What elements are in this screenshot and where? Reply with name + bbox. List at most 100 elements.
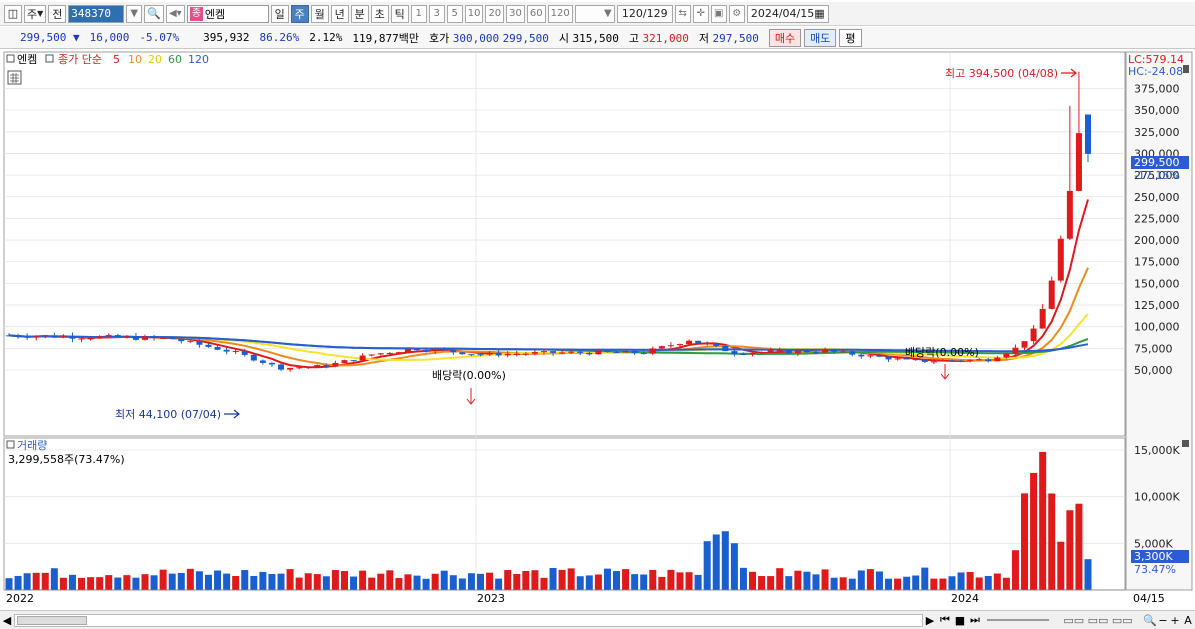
search-icon[interactable]: 🔍 xyxy=(144,4,164,23)
interval-120[interactable]: 120 xyxy=(547,4,573,23)
price-tick-label: 250,000 xyxy=(1134,191,1180,204)
forward-icon[interactable]: ⏭ xyxy=(967,613,983,627)
volume-bar xyxy=(739,567,747,590)
layout-icons[interactable]: ▭▭ ▭▭ ▭▭ xyxy=(1053,614,1143,627)
ask-price: 299,500 xyxy=(502,31,549,45)
candle-body xyxy=(178,339,185,342)
buy-button[interactable]: 매수 xyxy=(768,28,802,47)
volume-bar xyxy=(14,575,22,590)
volume-bar xyxy=(59,577,67,590)
volume-bar xyxy=(1030,472,1038,590)
period-select[interactable]: 주 ▼ xyxy=(24,4,47,23)
tab-tick[interactable]: 틱 xyxy=(390,4,409,23)
volume-bar xyxy=(821,569,829,590)
tab-week[interactable]: 주 xyxy=(290,4,309,23)
close-icon[interactable] xyxy=(1182,440,1189,447)
volume-bar xyxy=(422,578,430,590)
volume-bar xyxy=(313,574,321,590)
date-field[interactable]: 2024/04/15 ▦ xyxy=(746,4,829,23)
volume-bar xyxy=(658,576,666,590)
trade-volume: 395,932 xyxy=(203,31,250,44)
tab-year[interactable]: 년 xyxy=(330,4,349,23)
volume-bar xyxy=(268,573,276,590)
candle-body xyxy=(704,343,711,345)
candle-body xyxy=(994,357,1001,362)
tab-month[interactable]: 월 xyxy=(310,4,329,23)
stop-icon[interactable]: ■ xyxy=(953,614,967,627)
volume-bar xyxy=(386,570,394,590)
axis-toggle-icon[interactable] xyxy=(1183,65,1189,73)
candle-body xyxy=(695,340,702,344)
candle-body xyxy=(214,346,221,350)
candle-body xyxy=(803,350,810,353)
volume-bar xyxy=(603,568,611,590)
candle-body xyxy=(60,336,67,338)
grid-table-icon[interactable] xyxy=(7,70,22,85)
sell-button[interactable]: 매도 xyxy=(804,28,837,47)
interval-custom-dropdown[interactable]: ▼ xyxy=(574,4,615,23)
count-field[interactable]: 120/129 xyxy=(616,4,673,23)
link-icon[interactable]: ⇆ xyxy=(674,4,691,23)
gear-icon[interactable]: ⚙ xyxy=(728,4,745,23)
bid-price: 300,000 xyxy=(452,31,500,45)
candle-body xyxy=(740,354,747,356)
scroll-left-icon[interactable]: ◀ xyxy=(0,614,14,627)
candle-body xyxy=(486,352,493,355)
interval-30[interactable]: 30 xyxy=(506,4,525,23)
volume-bar xyxy=(377,573,385,590)
chart-scrollbar[interactable]: ◀ ▶ ⏮ ■ ⏭ ▭▭ ▭▭ ▭▭ 🔍 − + A xyxy=(0,610,1195,629)
candle-body xyxy=(1057,238,1064,281)
tab-minute[interactable]: 분 xyxy=(350,4,369,23)
ma-legend-120: 120 xyxy=(188,53,209,66)
interval-1[interactable]: 1 xyxy=(410,4,427,23)
volume-bar xyxy=(504,569,512,590)
sound-icon[interactable]: ◀▾ xyxy=(165,4,185,23)
candle-body xyxy=(377,353,384,355)
price-tick-label: 50,000 xyxy=(1134,364,1173,377)
save-icon[interactable]: ▣ xyxy=(710,4,727,23)
candle-body xyxy=(939,360,946,362)
interval-60[interactable]: 60 xyxy=(526,4,546,23)
text-tool-icon[interactable]: A xyxy=(1181,614,1195,627)
scroll-thumb[interactable] xyxy=(17,615,87,625)
volume-bar xyxy=(159,569,167,590)
stock-code-input[interactable]: 348370 xyxy=(68,4,125,23)
stock-name-field[interactable]: 종 엔켐 xyxy=(186,4,269,23)
crosshair-icon[interactable]: ✛ xyxy=(692,4,709,23)
tab-second[interactable]: 초 xyxy=(370,4,389,23)
volume-bar xyxy=(1075,503,1083,590)
volume-bar xyxy=(866,569,874,590)
interval-10[interactable]: 10 xyxy=(464,4,484,23)
ma-legend-10: 10 xyxy=(128,53,142,66)
volume-bar xyxy=(467,573,475,590)
zoom-out-icon[interactable]: − xyxy=(1157,614,1169,627)
candle-body xyxy=(1075,133,1082,191)
zoom-in-icon[interactable]: + xyxy=(1169,614,1181,627)
interval-20[interactable]: 20 xyxy=(485,4,505,23)
prev-button[interactable]: 전 xyxy=(48,4,67,23)
price-tick-label: 75,000 xyxy=(1134,342,1173,355)
rewind-icon[interactable]: ⏮ xyxy=(937,613,953,627)
interval-5[interactable]: 5 xyxy=(446,4,463,23)
volume-bar xyxy=(785,576,793,590)
volume-bar xyxy=(1002,577,1010,590)
scroll-track[interactable] xyxy=(14,613,923,627)
volume-bar xyxy=(23,573,31,590)
tab-day[interactable]: 일 xyxy=(270,4,289,23)
magnify-icon[interactable]: 🔍 xyxy=(1143,614,1157,627)
scroll-right-icon[interactable]: ▶ xyxy=(923,614,937,627)
zoom-slider[interactable] xyxy=(987,619,1049,621)
trade-amount: 119,877백만 xyxy=(352,31,419,45)
eval-button[interactable]: 평 xyxy=(839,28,862,47)
volume-bar xyxy=(730,543,738,590)
stock-chart[interactable]: 375,000350,000325,000300,000275,000250,0… xyxy=(0,50,1195,610)
interval-3[interactable]: 3 xyxy=(428,4,445,23)
candle-body xyxy=(24,336,31,338)
volume-bar xyxy=(522,570,530,590)
layout-icon[interactable]: ◫ xyxy=(4,4,22,23)
high-annotation: 최고 394,500 (04/08) xyxy=(945,67,1058,80)
volume-bar xyxy=(41,572,49,590)
code-dropdown-icon[interactable]: ▼ xyxy=(126,4,143,23)
candle-body xyxy=(1085,114,1091,154)
volume-bar xyxy=(241,570,249,590)
